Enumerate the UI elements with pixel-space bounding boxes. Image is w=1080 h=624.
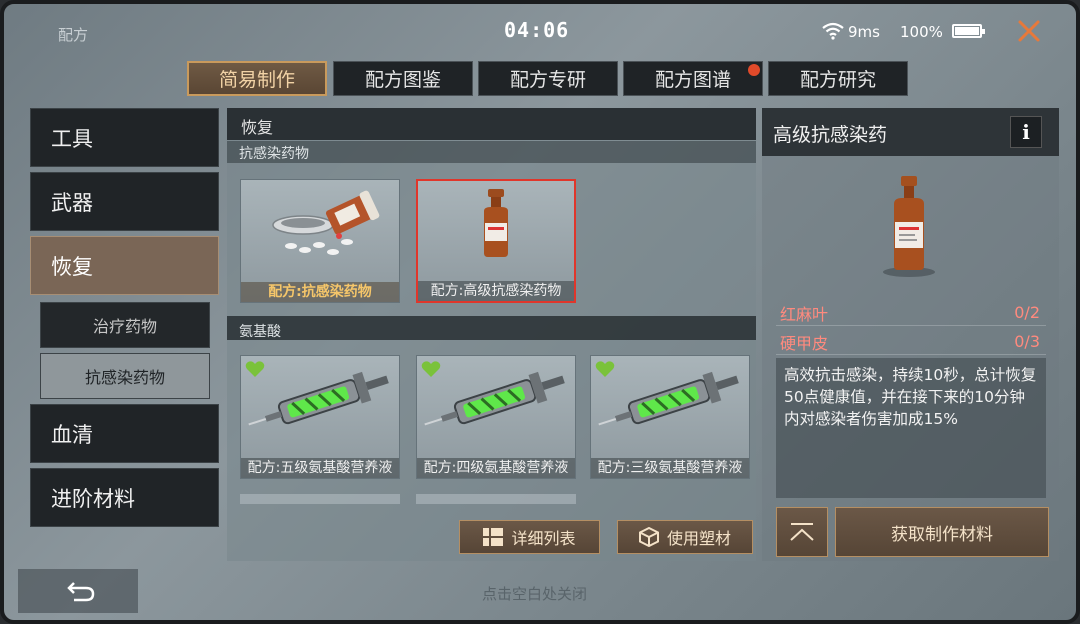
medicine-bottle-icon	[883, 176, 935, 277]
battery-percent: 100%	[900, 23, 943, 41]
use-plastic-label: 使用塑材	[666, 529, 731, 548]
use-plastic-button[interactable]: 使用塑材	[617, 520, 753, 554]
panel-title: 恢复	[241, 118, 274, 137]
recipe-card-label: 配方:三级氨基酸营养液	[591, 458, 749, 478]
battery-icon	[952, 24, 985, 38]
close-icon[interactable]	[1014, 16, 1044, 46]
group-label: 抗感染药物	[239, 146, 309, 162]
recipe-card[interactable]: 配方:五级氨基酸营养液	[240, 355, 400, 479]
tab-recipe-research[interactable]: 配方研究	[768, 61, 908, 96]
recipe-card-selected[interactable]: 配方:高级抗感染药物	[416, 179, 576, 303]
material-row: 硬甲皮 0/3	[776, 329, 1046, 355]
heart-icon	[595, 361, 615, 377]
sidebar-subitem-treatment[interactable]: 治疗药物	[40, 302, 210, 348]
heart-icon	[245, 361, 265, 377]
recipe-card-partial[interactable]	[416, 494, 576, 504]
recipe-card-label: 配方:四级氨基酸营养液	[417, 458, 575, 478]
back-button[interactable]	[18, 569, 138, 613]
recipe-card-label: 配方:抗感染药物	[241, 282, 399, 302]
sidebar-item-serum[interactable]: 血清	[30, 404, 219, 463]
tab-recipe-study[interactable]: 配方专研	[478, 61, 618, 96]
recipe-card-label: 配方:高级抗感染药物	[418, 281, 574, 301]
get-materials-button[interactable]: 获取制作材料	[835, 507, 1049, 557]
group-header	[227, 316, 756, 340]
collapse-icon	[790, 523, 814, 541]
info-button[interactable]: i	[1010, 116, 1042, 148]
detail-list-button[interactable]: 详细列表	[459, 520, 600, 554]
recipe-card-partial[interactable]	[240, 494, 400, 504]
sidebar-item-tools[interactable]: 工具	[30, 108, 219, 167]
material-row: 红麻叶 0/2	[776, 300, 1046, 326]
wifi-icon	[822, 22, 844, 40]
window-title: 配方	[58, 26, 89, 44]
pills-bowl-icon	[272, 190, 380, 255]
material-name: 硬甲皮	[780, 333, 829, 353]
tab-recipe-atlas[interactable]: 配方图谱	[623, 61, 763, 96]
sidebar-item-recovery[interactable]: 恢复	[30, 236, 219, 295]
grid-list-icon	[483, 528, 504, 546]
sidebar-item-advanced-materials[interactable]: 进阶材料	[30, 468, 219, 527]
recipe-window: 配方 04:06 9ms 100% 简易制作 配方图鉴 配方专研 配方图谱 配方…	[0, 0, 1080, 624]
battery-fill	[955, 27, 979, 35]
tab-recipe-catalog[interactable]: 配方图鉴	[333, 61, 473, 96]
item-name: 高级抗感染药	[773, 124, 888, 146]
item-description: 高效抗击感染，持续10秒，总计恢复50点健康值，并在接下来的10分钟内对感染者伤…	[776, 358, 1046, 498]
material-count: 0/3	[1014, 332, 1040, 351]
tab-simple-craft[interactable]: 简易制作	[187, 61, 327, 96]
material-count: 0/2	[1014, 303, 1040, 322]
heart-icon	[421, 361, 441, 377]
ping-text: 9ms	[848, 23, 880, 41]
box-icon	[638, 527, 659, 547]
sidebar-subitem-anti-infection[interactable]: 抗感染药物	[40, 353, 210, 399]
collapse-button[interactable]	[776, 507, 828, 557]
detail-list-label: 详细列表	[511, 529, 576, 548]
panel-header	[227, 108, 756, 140]
clock: 04:06	[504, 18, 570, 42]
material-name: 红麻叶	[780, 304, 829, 324]
group-label: 氨基酸	[239, 324, 281, 340]
medicine-bottle-icon	[484, 189, 508, 257]
close-hint: 点击空白处关闭	[482, 585, 588, 603]
recipe-card[interactable]: 配方:三级氨基酸营养液	[590, 355, 750, 479]
recipe-card[interactable]: 配方:四级氨基酸营养液	[416, 355, 576, 479]
notification-dot	[748, 64, 760, 76]
recipe-card-label: 配方:五级氨基酸营养液	[241, 458, 399, 478]
back-arrow-icon	[67, 582, 95, 602]
sidebar-item-weapons[interactable]: 武器	[30, 172, 219, 231]
recipe-card[interactable]: 配方:抗感染药物	[240, 179, 400, 303]
